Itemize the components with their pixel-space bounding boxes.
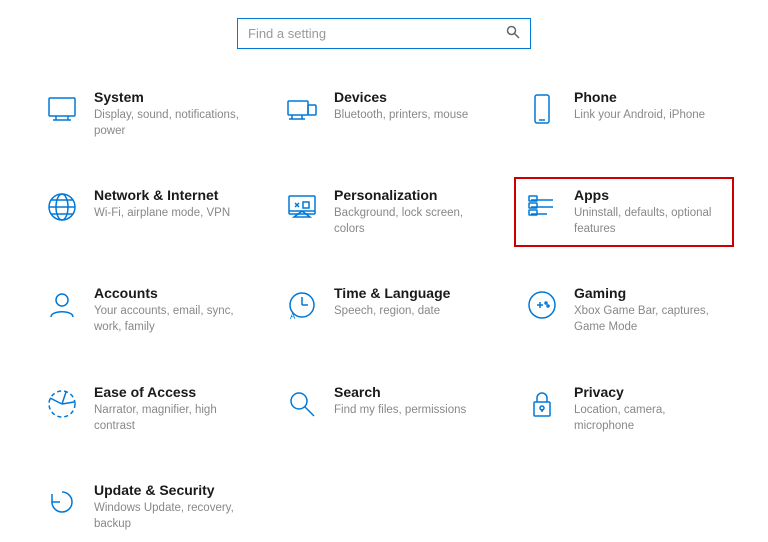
search-bar-container (237, 18, 531, 49)
gaming-desc: Xbox Game Bar, captures, Game Mode (574, 303, 724, 335)
devices-desc: Bluetooth, printers, mouse (334, 107, 468, 123)
system-icon (44, 91, 80, 127)
settings-grid: System Display, sound, notifications, po… (0, 79, 768, 542)
setting-item-devices[interactable]: Devices Bluetooth, printers, mouse (274, 79, 494, 149)
time-title: Time & Language (334, 285, 450, 301)
privacy-icon (524, 386, 560, 422)
update-icon (44, 484, 80, 520)
time-desc: Speech, region, date (334, 303, 450, 319)
setting-item-personalization[interactable]: Personalization Background, lock screen,… (274, 177, 494, 247)
time-icon: A (284, 287, 320, 323)
network-icon (44, 189, 80, 225)
apps-icon (524, 189, 560, 225)
network-title: Network & Internet (94, 187, 230, 203)
apps-desc: Uninstall, defaults, optional features (574, 205, 724, 237)
phone-title: Phone (574, 89, 705, 105)
ease-title: Ease of Access (94, 384, 244, 400)
accounts-icon (44, 287, 80, 323)
devices-icon (284, 91, 320, 127)
update-title: Update & Security (94, 482, 244, 498)
privacy-title: Privacy (574, 384, 724, 400)
setting-item-apps[interactable]: Apps Uninstall, defaults, optional featu… (514, 177, 734, 247)
personalization-desc: Background, lock screen, colors (334, 205, 484, 237)
personalization-icon (284, 189, 320, 225)
ease-desc: Narrator, magnifier, high contrast (94, 402, 244, 434)
accounts-desc: Your accounts, email, sync, work, family (94, 303, 244, 335)
system-title: System (94, 89, 244, 105)
setting-item-accounts[interactable]: Accounts Your accounts, email, sync, wor… (34, 275, 254, 345)
system-desc: Display, sound, notifications, power (94, 107, 244, 139)
setting-item-privacy[interactable]: Privacy Location, camera, microphone (514, 374, 734, 444)
devices-title: Devices (334, 89, 468, 105)
apps-title: Apps (574, 187, 724, 203)
accounts-title: Accounts (94, 285, 244, 301)
ease-icon (44, 386, 80, 422)
phone-icon (524, 91, 560, 127)
setting-item-ease[interactable]: Ease of Access Narrator, magnifier, high… (34, 374, 254, 444)
search-input[interactable] (248, 26, 506, 41)
setting-item-update[interactable]: Update & Security Windows Update, recove… (34, 472, 254, 542)
setting-item-network[interactable]: Network & Internet Wi-Fi, airplane mode,… (34, 177, 254, 247)
gaming-icon (524, 287, 560, 323)
setting-item-phone[interactable]: Phone Link your Android, iPhone (514, 79, 734, 149)
setting-item-search[interactable]: Search Find my files, permissions (274, 374, 494, 444)
search-bar (237, 18, 531, 49)
personalization-title: Personalization (334, 187, 484, 203)
phone-desc: Link your Android, iPhone (574, 107, 705, 123)
setting-item-time[interactable]: A Time & Language Speech, region, date (274, 275, 494, 345)
svg-text:A: A (290, 312, 296, 321)
search-desc: Find my files, permissions (334, 402, 466, 418)
search-icon (506, 25, 520, 42)
search-title: Search (334, 384, 466, 400)
gaming-title: Gaming (574, 285, 724, 301)
setting-item-system[interactable]: System Display, sound, notifications, po… (34, 79, 254, 149)
network-desc: Wi-Fi, airplane mode, VPN (94, 205, 230, 221)
privacy-desc: Location, camera, microphone (574, 402, 724, 434)
setting-item-gaming[interactable]: Gaming Xbox Game Bar, captures, Game Mod… (514, 275, 734, 345)
search-icon (284, 386, 320, 422)
